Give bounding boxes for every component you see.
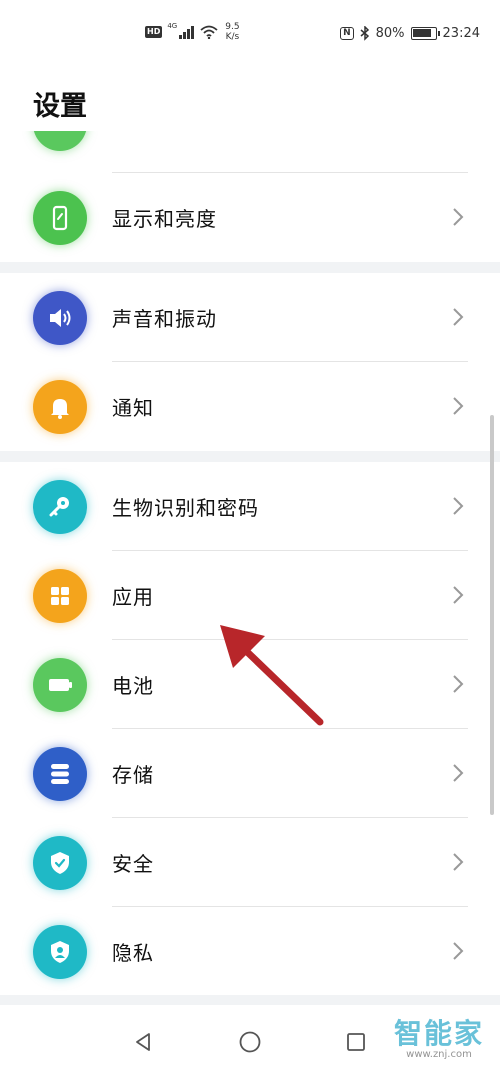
back-triangle-icon [136,1033,150,1051]
navigation-bar: 智能家 www.znj.com [0,1005,500,1084]
watermark-url: www.znj.com [406,1049,472,1060]
annotation-arrow [220,625,324,726]
watermark: 智能家 www.znj.com [394,1019,484,1061]
watermark-logo: 智能家 [393,1017,484,1050]
home-circle-icon [239,1031,261,1053]
recents-square-icon [347,1033,365,1051]
home-button[interactable] [235,1027,265,1057]
recents-button[interactable] [341,1027,371,1057]
back-button[interactable] [128,1027,158,1057]
